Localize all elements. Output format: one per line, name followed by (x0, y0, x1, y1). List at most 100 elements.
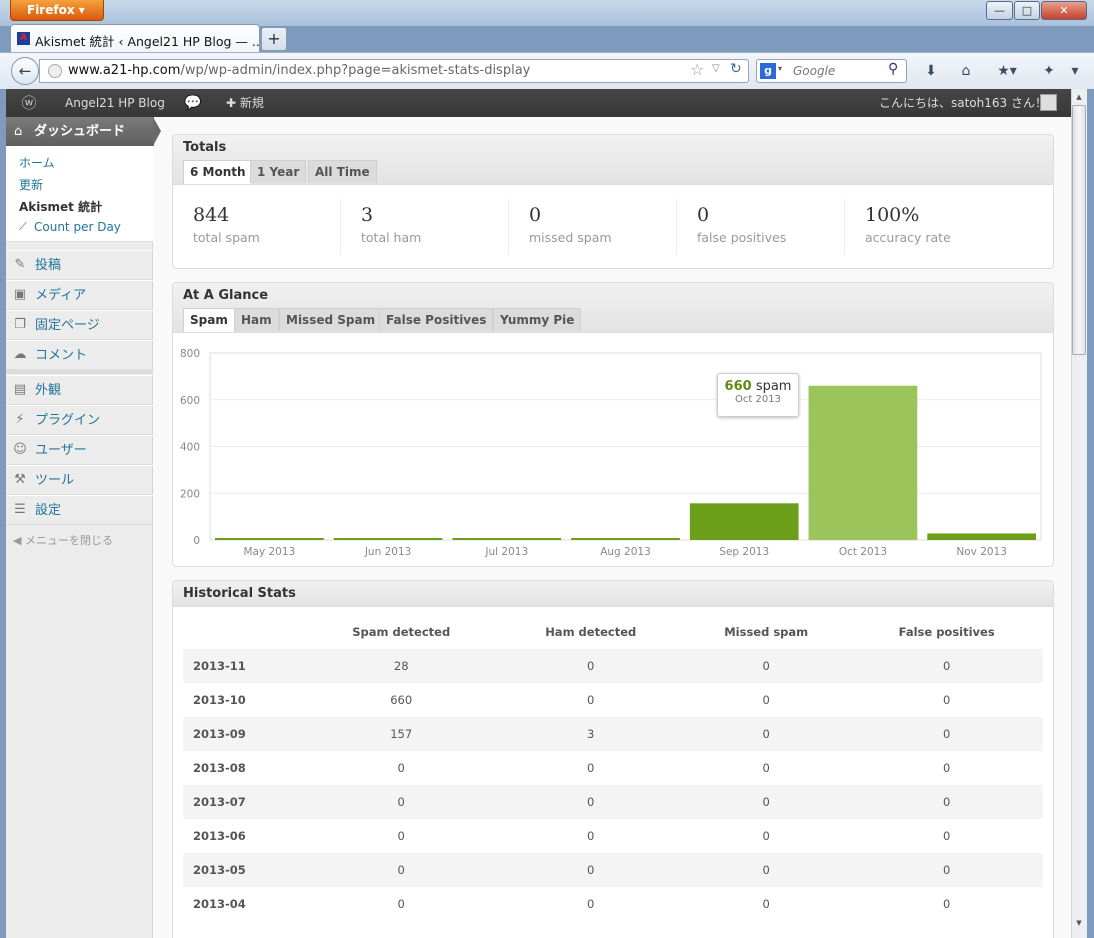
sidebar-item-5[interactable]: プラグイン (6, 405, 153, 435)
chart-line-icon: ⟋ (19, 220, 27, 233)
submenu-updates[interactable]: 更新 (19, 176, 43, 193)
toolbar-overflow-icon[interactable]: ▾ (1065, 60, 1085, 82)
tab-missed-spam[interactable]: Missed Spam (279, 308, 383, 331)
sidebar-item-label: 外観 (35, 383, 62, 398)
home-icon[interactable]: ⌂ (954, 60, 978, 82)
plugin-icon: ⚡ (15, 412, 25, 427)
tab-akismet[interactable]: Akismet 統計 ‹ Angel21 HP Blog — ... (10, 24, 260, 52)
menu-separator (6, 370, 153, 374)
search-icon[interactable]: ⚲ (888, 61, 898, 77)
table-cell: 0 (850, 717, 1043, 751)
table-cell: 0 (850, 649, 1043, 683)
addon-icon[interactable]: ✦ (1038, 60, 1060, 82)
tab-false-positives[interactable]: False Positives (379, 308, 494, 331)
tab-1-year[interactable]: 1 Year (250, 160, 307, 183)
bookmark-star-icon[interactable]: ☆ (690, 60, 704, 79)
new-tab-button[interactable]: + (261, 27, 287, 51)
maximize-button[interactable]: □ (1014, 1, 1040, 20)
x-tick-label: Jun 2013 (364, 546, 411, 558)
adminbar-site-name[interactable]: Angel21 HP Blog (65, 89, 165, 117)
tab-ham[interactable]: Ham (234, 308, 279, 331)
table-cell: 0 (499, 785, 683, 819)
table-cell: 0 (682, 717, 851, 751)
adminbar-greeting[interactable]: こんにちは、satoh163 さん！ (879, 89, 1047, 117)
submenu-count-per-day[interactable]: Count per Day (34, 220, 121, 234)
stat-4: 100% accuracy rate (845, 199, 1013, 255)
avatar[interactable] (1040, 94, 1057, 111)
tab-yummy-pie[interactable]: Yummy Pie (493, 308, 582, 331)
sidebar-item-2[interactable]: 固定ページ (6, 310, 153, 340)
minimize-button[interactable]: — (986, 1, 1013, 20)
table-cell: 0 (762, 829, 770, 843)
totals-header: Totals 6 Month 1 Year All Time (173, 135, 1053, 185)
tab-spam[interactable]: Spam (183, 308, 235, 332)
sidebar-item-dashboard[interactable]: ダッシュボード (6, 117, 154, 146)
totals-panel: Totals 6 Month 1 Year All Time 844 total … (172, 134, 1054, 269)
tab-all-time[interactable]: All Time (308, 160, 377, 183)
wordpress-logo-icon[interactable]: ⓦ (14, 89, 44, 117)
row-month: 2013-08 (193, 761, 246, 775)
firefox-menu-button[interactable]: Firefox ▾ (10, 0, 104, 21)
sidebar-item-8[interactable]: 設定 (6, 495, 153, 525)
tooltip-value: 660 (724, 379, 752, 394)
sidebar-item-1[interactable]: メディア (6, 280, 153, 310)
url-path: /wp/wp-admin/index.php?page=akismet-stat… (180, 63, 531, 78)
table-cell: 0 (682, 649, 851, 683)
stat-value: 844 (193, 204, 230, 226)
historical-title: Historical Stats (183, 586, 296, 601)
history-dropdown-icon[interactable]: ▽ (712, 63, 720, 74)
glance-header: At A Glance Spam Ham Missed Spam False P… (173, 283, 1053, 333)
back-button[interactable]: ← (11, 57, 39, 85)
sidebar-item-label: 設定 (35, 503, 62, 518)
submenu-akismet-stats[interactable]: Akismet 統計 (19, 198, 102, 215)
tab-6-month[interactable]: 6 Month (183, 160, 253, 184)
table-cell: 0 (499, 853, 683, 887)
table-row: 2013-06 0 0 0 0 (183, 819, 1043, 853)
tooltip-date: Oct 2013 (735, 394, 781, 405)
glance-panel: At A Glance Spam Ham Missed Spam False P… (172, 282, 1054, 567)
bar-may-2013 (215, 538, 324, 540)
sidebar-item-3[interactable]: コメント (6, 340, 153, 370)
table-cell: 0 (943, 829, 951, 843)
scroll-up-arrow[interactable]: ▲ (1072, 90, 1086, 104)
dashboard-home-icon: ⌂ (14, 124, 23, 139)
column-header: Ham detected (545, 625, 637, 639)
submenu-home[interactable]: ホーム (19, 154, 55, 171)
engine-dropdown-icon[interactable]: ▾ (778, 64, 782, 73)
collapse-label: メニューを閉じる (24, 534, 113, 547)
downloads-icon[interactable]: ⬇ (919, 60, 943, 82)
sidebar-item-7[interactable]: ツール (6, 465, 153, 495)
google-engine-icon[interactable]: g (760, 63, 776, 79)
spam-bar-chart: 0 200 400 600 800 May 2013 Jun 2013 Jul 2013 Aug… (180, 348, 1042, 558)
reload-icon[interactable]: ↻ (730, 61, 742, 77)
column-header: False positives (898, 625, 995, 639)
scroll-down-arrow[interactable]: ▼ (1072, 916, 1086, 930)
y-tick-label: 200 (180, 488, 200, 500)
stat-2: 0 missed spam (509, 199, 677, 255)
table-cell: 157 (303, 717, 500, 751)
sidebar-item-4[interactable]: 外観 (6, 375, 153, 405)
collapse-menu-button[interactable]: ◀ メニューを閉じる (13, 532, 113, 548)
sidebar-item-label: ツール (35, 473, 75, 488)
sidebar-item-6[interactable]: ユーザー (6, 435, 153, 465)
table-row: 2013-05 0 0 0 0 (183, 853, 1043, 887)
column-header (183, 615, 303, 649)
column-header: Spam detected (352, 625, 451, 639)
close-window-button[interactable]: ✕ (1041, 1, 1087, 20)
sidebar-item-label: ユーザー (35, 443, 87, 458)
sidebar-item-label: メディア (35, 288, 87, 303)
table-cell: 0 (943, 897, 951, 911)
bookmarks-menu-icon[interactable]: ★▾ (990, 60, 1024, 82)
comments-icon[interactable]: 💬 (184, 89, 201, 117)
address-bar[interactable]: www.a21-hp.com/wp/wp-admin/index.php?pag… (39, 59, 749, 83)
scrollbar-thumb[interactable] (1072, 105, 1086, 355)
stat-value: 0 (529, 204, 542, 226)
active-menu-arrow (153, 117, 161, 146)
y-tick-label: 400 (180, 442, 200, 454)
sidebar-item-0[interactable]: 投稿 (6, 250, 153, 280)
totals-title: Totals (183, 140, 227, 155)
stat-1: 3 total ham (341, 199, 509, 255)
tab-title: Akismet 統計 ‹ Angel21 HP Blog — ... (35, 34, 260, 49)
adminbar-new-button[interactable]: ✚ 新規 (226, 89, 264, 117)
site-identity-icon[interactable] (48, 64, 62, 78)
